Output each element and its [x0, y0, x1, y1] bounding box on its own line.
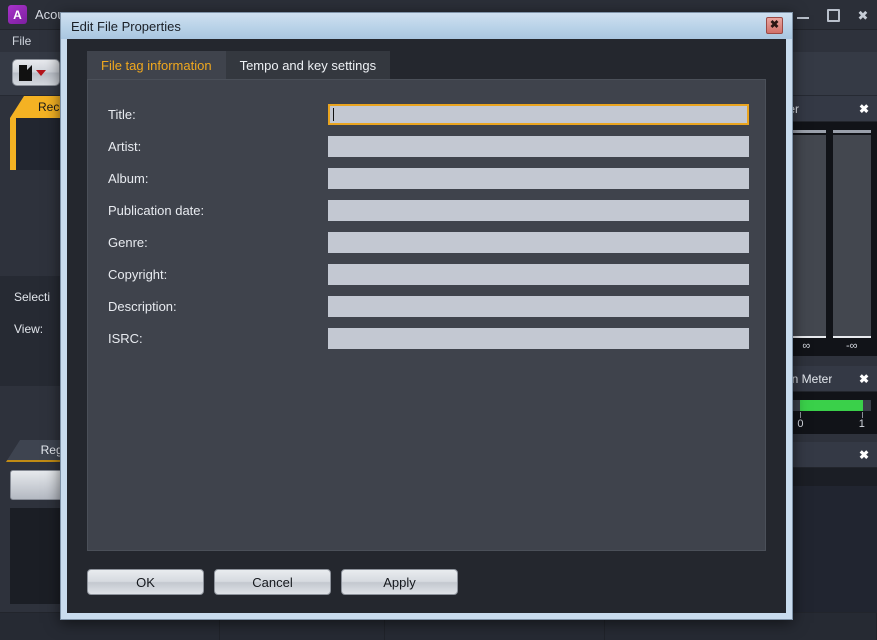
correlation-meter-panel: on Meter ✖ 0 1 [781, 366, 877, 434]
file-tag-form: Title: Artist: Album: Publication date: … [108, 98, 749, 354]
level-meter-panel: ter ✖ ∞ -∞ [781, 96, 877, 356]
label-genre: Genre: [108, 234, 148, 250]
label-publication-date: Publication date: [108, 202, 205, 218]
correlation-tick-1: 1 [858, 418, 865, 430]
edit-file-properties-dialog: Edit File Properties ✖ File tag informat… [60, 12, 793, 620]
label-description: Description: [108, 298, 177, 314]
minimize-icon[interactable] [795, 7, 811, 23]
field-row-album: Album: [108, 162, 749, 194]
correlation-fill [800, 400, 863, 411]
tab-panel-file-tag-information: Title: Artist: Album: Publication date: … [87, 79, 766, 551]
label-album: Album: [108, 170, 149, 186]
maximize-icon[interactable] [825, 7, 841, 23]
input-genre[interactable] [328, 231, 749, 253]
third-panel: ✖ [781, 442, 877, 612]
input-artist[interactable] [328, 135, 749, 157]
input-album[interactable] [328, 167, 749, 189]
dropdown-arrow-icon[interactable] [36, 69, 46, 76]
close-icon[interactable]: ✖ [855, 7, 871, 23]
field-row-genre: Genre: [108, 226, 749, 258]
correlation-meter-header: on Meter ✖ [781, 366, 877, 392]
new-file-button[interactable] [12, 59, 60, 86]
dialog-body: File tag information Tempo and key setti… [67, 39, 786, 613]
field-row-publication-date: Publication date: [108, 194, 749, 226]
window-controls: ✖ [795, 0, 871, 30]
field-row-title: Title: [108, 98, 749, 130]
view-label: View: [14, 322, 44, 336]
label-copyright: Copyright: [108, 266, 168, 282]
level-meter-bars [781, 128, 877, 338]
close-icon[interactable]: ✖ [859, 373, 869, 385]
label-title: Title: [108, 106, 136, 122]
input-title[interactable] [328, 103, 749, 125]
third-panel-body [781, 468, 877, 612]
field-row-copyright: Copyright: [108, 258, 749, 290]
input-isrc[interactable] [328, 327, 749, 349]
right-dock: ter ✖ ∞ -∞ on Meter ✖ [781, 96, 877, 612]
label-artist: Artist: [108, 138, 142, 154]
cancel-button[interactable]: Cancel [214, 569, 331, 595]
level-meter-body: ∞ -∞ [781, 122, 877, 356]
dialog-title: Edit File Properties [71, 18, 181, 34]
input-description[interactable] [328, 295, 749, 317]
level-meter-header: ter ✖ [781, 96, 877, 122]
correlation-meter-body: 0 1 [781, 392, 877, 434]
apply-button[interactable]: Apply [341, 569, 458, 595]
close-icon[interactable]: ✖ [766, 17, 783, 34]
text-caret [333, 107, 334, 121]
label-isrc: ISRC: [108, 330, 143, 346]
left-dock: Recor Selecti View: Regio [0, 96, 76, 612]
dialog-tabs: File tag information Tempo and key setti… [87, 51, 391, 79]
selection-label: Selecti [14, 290, 51, 304]
correlation-track [787, 400, 871, 411]
menu-item-file[interactable]: File [0, 34, 39, 48]
input-copyright[interactable] [328, 263, 749, 285]
tab-file-tag-information[interactable]: File tag information [87, 51, 226, 79]
correlation-scale: 0 1 [787, 412, 871, 430]
field-row-artist: Artist: [108, 130, 749, 162]
dialog-button-bar: OK Cancel Apply [87, 569, 766, 595]
level-meter-bar-right [832, 128, 871, 338]
close-icon[interactable]: ✖ [859, 103, 869, 115]
correlation-tick-0: 0 [797, 418, 804, 430]
dialog-titlebar[interactable]: Edit File Properties ✖ [61, 13, 792, 39]
level-meter-labels: ∞ -∞ [781, 338, 877, 356]
app-root: A Acou ✖ File Recor Selecti View: Regio [0, 0, 877, 640]
field-row-isrc: ISRC: [108, 322, 749, 354]
third-panel-header: ✖ [781, 442, 877, 468]
close-icon[interactable]: ✖ [859, 449, 869, 461]
tab-tempo-and-key-settings[interactable]: Tempo and key settings [225, 51, 391, 79]
field-row-description: Description: [108, 290, 749, 322]
acoustica-logo-icon: A [8, 5, 27, 24]
input-publication-date[interactable] [328, 199, 749, 221]
level-value-right: -∞ [845, 340, 858, 352]
ok-button[interactable]: OK [87, 569, 204, 595]
document-icon [19, 64, 32, 81]
